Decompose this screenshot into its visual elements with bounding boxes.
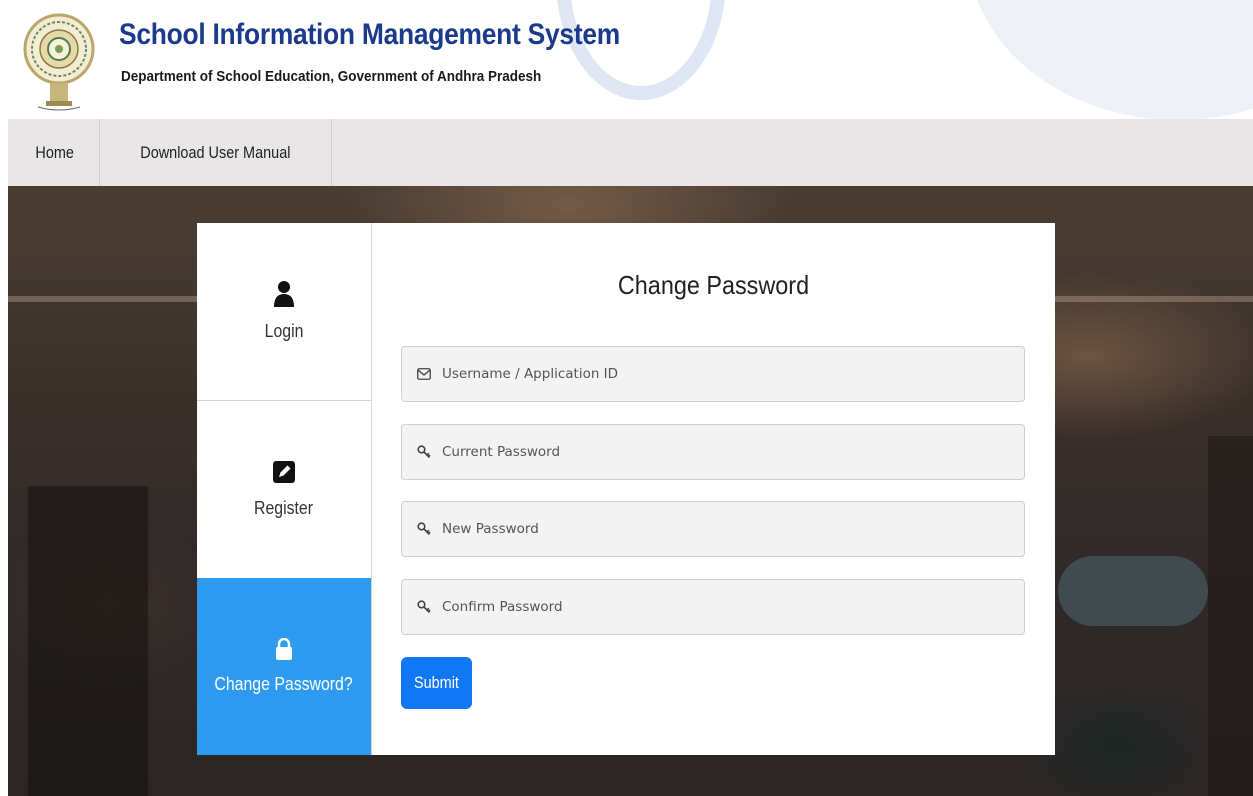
auth-card: Login Register Change Password? Change P… — [197, 223, 1055, 755]
tab-register-label: Register — [254, 498, 314, 518]
key-icon — [416, 599, 432, 615]
background-cloud — [1058, 556, 1208, 626]
lock-icon — [276, 638, 292, 660]
change-password-form: Change Password Username / Application I… — [372, 223, 1055, 755]
submit-button[interactable]: Submit — [401, 657, 472, 709]
site-title: School Information Management System — [119, 18, 620, 51]
current-password-field[interactable] — [401, 424, 1025, 480]
tab-change-password[interactable]: Change Password? — [197, 578, 371, 755]
andhra-pradesh-emblem-icon — [23, 13, 95, 111]
key-icon — [416, 521, 432, 537]
background-pillar — [28, 486, 148, 796]
user-icon — [274, 281, 294, 307]
top-nav: Home Download User Manual — [8, 119, 1253, 186]
nav-home-link[interactable]: Home — [8, 119, 101, 186]
submit-label: Submit — [414, 673, 459, 692]
tab-change-password-label: Change Password? — [214, 674, 354, 694]
envelope-icon — [416, 366, 432, 382]
form-title: Change Password — [617, 270, 810, 300]
tab-login[interactable]: Login — [197, 223, 371, 401]
new-password-input[interactable] — [442, 502, 1024, 556]
header-decoration — [968, 0, 1253, 119]
nav-download-user-manual-link[interactable]: Download User Manual — [100, 119, 333, 186]
current-password-input[interactable] — [442, 425, 1024, 479]
username-field[interactable] — [401, 346, 1025, 402]
confirm-password-field[interactable] — [401, 579, 1025, 635]
site-subtitle: Department of School Education, Governme… — [121, 68, 542, 85]
nav-home-label: Home — [35, 142, 74, 162]
tab-register[interactable]: Register — [197, 401, 371, 578]
new-password-field[interactable] — [401, 501, 1025, 557]
site-header: School Information Management System Dep… — [8, 0, 1253, 119]
tab-login-label: Login — [264, 321, 304, 341]
confirm-password-input[interactable] — [442, 580, 1024, 634]
edit-icon — [273, 461, 295, 483]
nav-download-label: Download User Manual — [140, 142, 291, 162]
auth-tabs: Login Register Change Password? — [197, 223, 372, 755]
username-input[interactable] — [442, 347, 1024, 401]
key-icon — [416, 444, 432, 460]
background-pillar — [1208, 436, 1253, 796]
